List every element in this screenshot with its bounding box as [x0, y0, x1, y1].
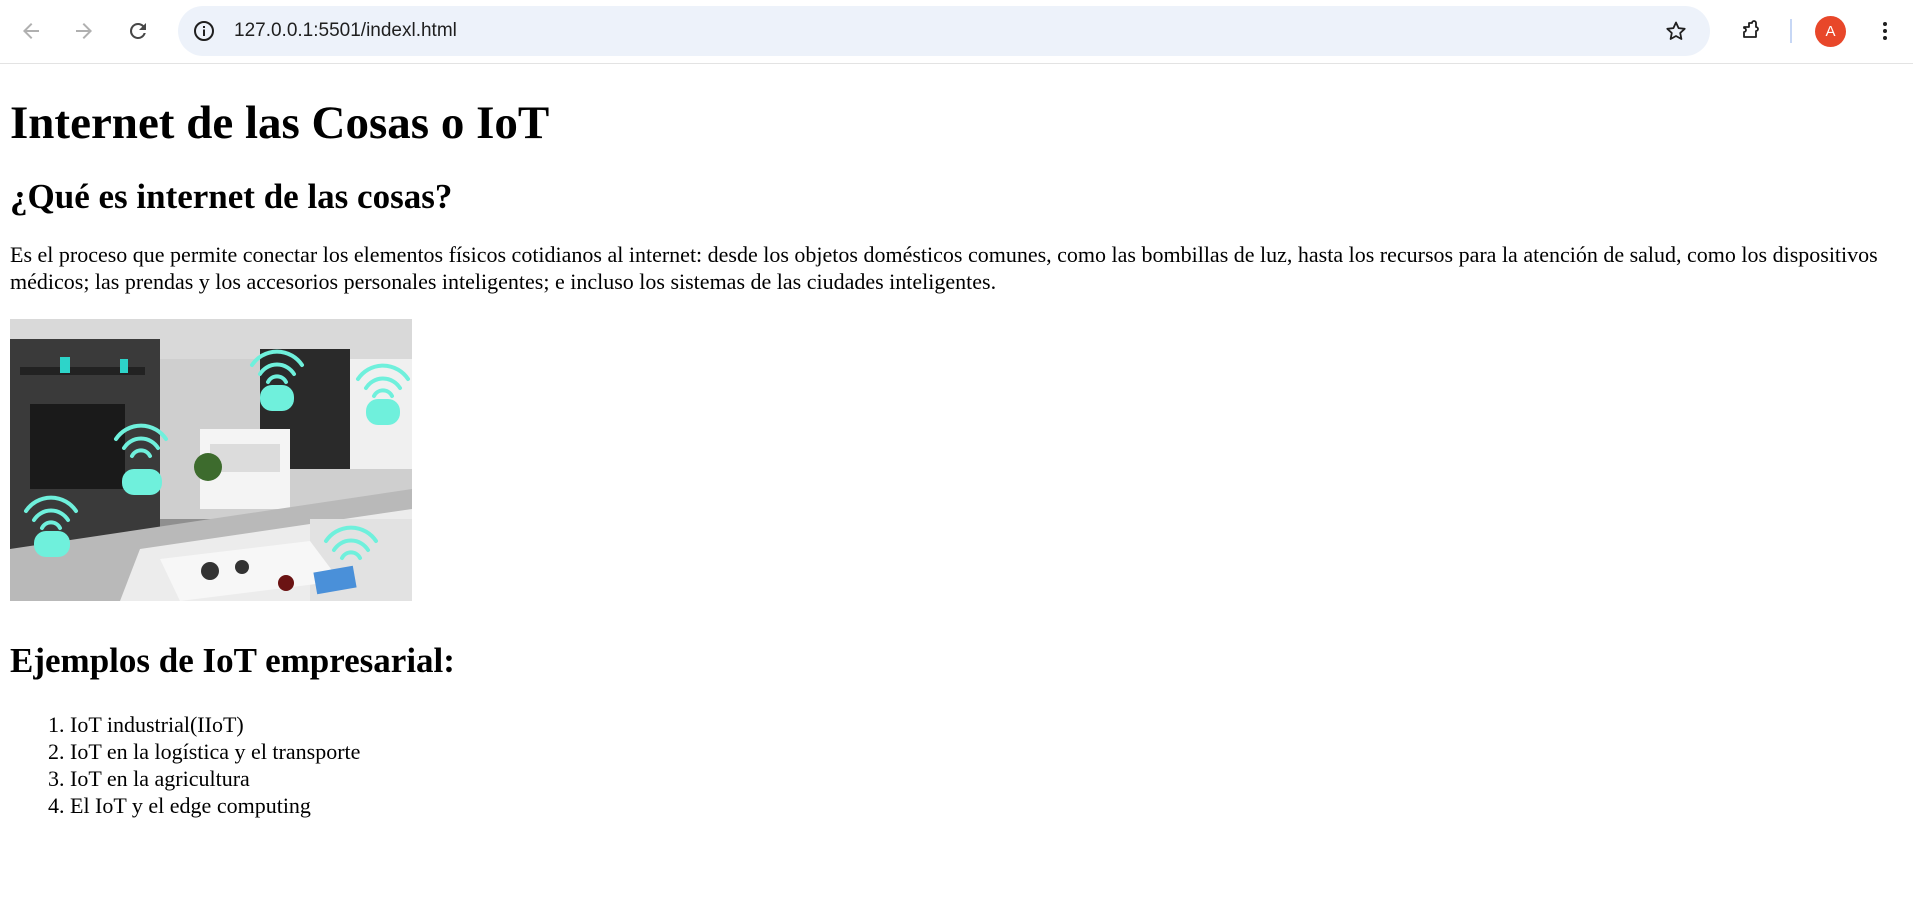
browser-menu-button[interactable]	[1866, 12, 1904, 50]
url-text[interactable]: 127.0.0.1:5501/indexl.html	[234, 6, 457, 56]
profile-avatar[interactable]: A	[1815, 16, 1846, 47]
section-paragraph: Es el proceso que permite conectar los e…	[10, 241, 1878, 294]
examples-list: IoT industrial(IIoT) IoT en la logística…	[10, 711, 1903, 819]
smart-home-image	[10, 318, 412, 601]
section-heading-examples: Ejemplos de IoT empresarial:	[10, 640, 455, 680]
site-info-icon[interactable]	[192, 19, 216, 43]
extensions-button[interactable]	[1733, 12, 1771, 50]
list-item: IoT en la agricultura	[70, 765, 1903, 792]
section-heading-what-is-iot: ¿Qué es internet de las cosas?	[10, 176, 453, 216]
list-item: IoT industrial(IIoT)	[70, 711, 1903, 738]
list-item: El IoT y el edge computing	[70, 792, 1903, 819]
page-title: Internet de las Cosas o IoT	[10, 97, 550, 149]
bookmark-star-icon[interactable]	[1664, 19, 1688, 43]
address-bar[interactable]: 127.0.0.1:5501/indexl.html	[178, 6, 1710, 56]
forward-button[interactable]	[65, 12, 103, 50]
toolbar-divider	[1790, 19, 1792, 43]
browser-toolbar: 127.0.0.1:5501/indexl.html A	[0, 0, 1913, 64]
list-item: IoT en la logística y el transporte	[70, 738, 1903, 765]
kebab-menu-icon	[1883, 22, 1887, 40]
reload-icon	[130, 22, 146, 39]
page-content: Internet de las Cosas o IoT ¿Qué es inte…	[0, 97, 1913, 819]
forward-arrow-icon	[76, 23, 92, 39]
smart-home-illustration	[10, 318, 412, 601]
extensions-puzzle-icon	[1743, 20, 1759, 38]
reload-button[interactable]	[119, 12, 157, 50]
back-arrow-icon	[23, 23, 39, 39]
back-button[interactable]	[12, 12, 50, 50]
